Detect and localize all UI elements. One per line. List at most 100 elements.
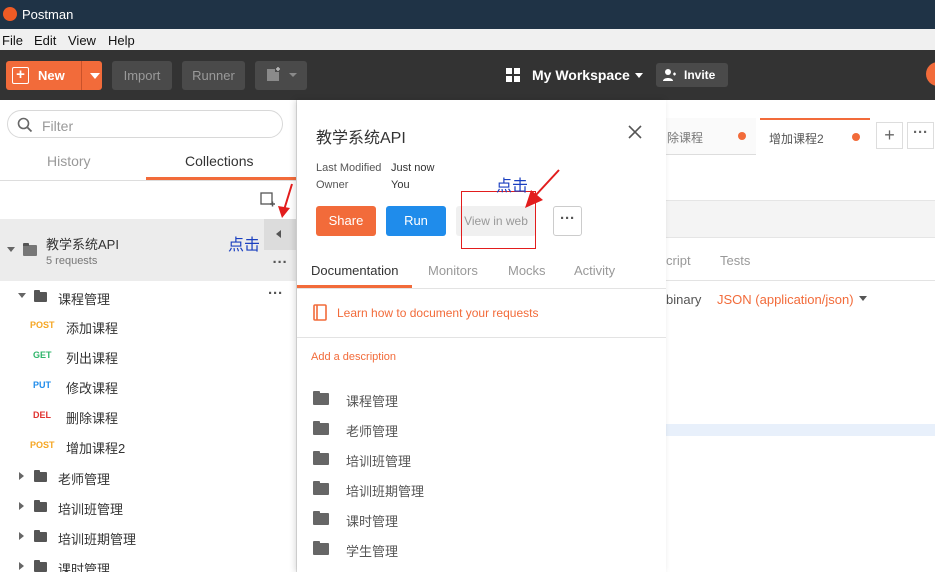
annotation-arrow-2 bbox=[525, 169, 560, 208]
tab-request-2[interactable]: 增加课程2 bbox=[760, 118, 870, 156]
menu-view[interactable]: View bbox=[68, 33, 96, 48]
panel-folder-item[interactable]: 老师管理 bbox=[313, 413, 613, 443]
grid-icon bbox=[506, 68, 520, 82]
new-button-label: New bbox=[38, 68, 65, 83]
panel-title: 教学系统API bbox=[316, 130, 406, 147]
last-modified-label: Last Modified bbox=[316, 162, 382, 174]
folder-icon bbox=[34, 500, 47, 512]
content-type-select[interactable]: JSON (application/json) bbox=[717, 292, 854, 307]
learn-docs-link[interactable]: Learn how to document your requests bbox=[337, 306, 538, 320]
panel-tabs: Documentation Monitors Mocks Activity bbox=[297, 258, 666, 289]
menu-bar: File Edit View Help bbox=[0, 29, 935, 51]
request-item[interactable]: POST 增加课程2 bbox=[0, 431, 296, 461]
toolbar: + New Import Runner My Workspace Invite bbox=[0, 50, 935, 100]
tab-pre-request-script[interactable]: cript bbox=[666, 253, 691, 268]
panel-folder-item[interactable]: 课程管理 bbox=[313, 383, 613, 413]
folder-name: 培训班期管理 bbox=[58, 532, 137, 547]
avatar[interactable] bbox=[926, 62, 935, 86]
workspace-label: My Workspace bbox=[532, 67, 630, 83]
new-button-divider bbox=[81, 61, 82, 90]
tab-documentation[interactable]: Documentation bbox=[311, 263, 398, 278]
collection-more-button[interactable]: ··· bbox=[264, 250, 296, 281]
folder-name: 课时管理 bbox=[58, 562, 111, 572]
filter-placeholder: Filter bbox=[42, 118, 74, 134]
request-name: 列出课程 bbox=[66, 351, 119, 366]
expand-icon[interactable] bbox=[19, 532, 24, 540]
menu-edit[interactable]: Edit bbox=[34, 33, 56, 48]
import-button[interactable]: Import bbox=[112, 61, 172, 90]
collapse-icon[interactable] bbox=[7, 247, 15, 252]
folder-more-button[interactable]: ··· bbox=[268, 285, 283, 302]
search-icon bbox=[17, 117, 33, 133]
panel-folder-item[interactable]: 培训班期管理 bbox=[313, 473, 613, 503]
panel-folder-item[interactable]: 课时管理 bbox=[313, 503, 613, 533]
request-item[interactable]: DEL 删除课程 bbox=[0, 401, 296, 431]
chevron-down-icon[interactable] bbox=[90, 73, 100, 79]
folder-item[interactable]: 课时管理 bbox=[0, 551, 296, 572]
window-title: Postman bbox=[22, 7, 74, 22]
folder-name: 老师管理 bbox=[58, 472, 111, 487]
annotation-click-1: 点击 bbox=[228, 237, 261, 254]
method-badge: POST bbox=[30, 320, 55, 330]
filter-input[interactable]: Filter bbox=[7, 110, 283, 138]
request-item[interactable]: GET 列出课程 bbox=[0, 341, 296, 371]
collection-name: 教学系统API bbox=[46, 237, 119, 252]
chevron-down-icon[interactable] bbox=[859, 296, 867, 301]
new-button[interactable]: + New bbox=[6, 61, 102, 90]
collapse-icon[interactable] bbox=[18, 293, 26, 298]
chevron-down-icon bbox=[635, 73, 643, 78]
method-badge: DEL bbox=[33, 410, 51, 420]
title-bar: Postman bbox=[0, 0, 935, 29]
body-type-binary[interactable]: binary bbox=[666, 292, 701, 307]
panel-folder-item[interactable]: 学生管理 bbox=[313, 533, 613, 563]
tab-activity[interactable]: Activity bbox=[574, 263, 615, 278]
folder-icon bbox=[34, 530, 47, 542]
method-badge: GET bbox=[33, 350, 52, 360]
folder-icon bbox=[34, 290, 47, 302]
menu-help[interactable]: Help bbox=[108, 33, 135, 48]
folder-item[interactable]: 培训班管理 bbox=[0, 491, 296, 521]
new-window-button[interactable] bbox=[255, 61, 307, 90]
url-bar-background bbox=[666, 200, 935, 238]
folder-item[interactable]: 培训班期管理 bbox=[0, 521, 296, 551]
close-icon[interactable] bbox=[627, 124, 643, 140]
tab-history[interactable]: History bbox=[47, 153, 91, 169]
collection-count: 5 requests bbox=[46, 255, 98, 267]
sidebar: Filter History Collections 教学系统API 5 req… bbox=[0, 100, 297, 572]
expand-icon[interactable] bbox=[19, 502, 24, 510]
tab-request-1[interactable]: 除课程 bbox=[666, 118, 756, 155]
folder-icon bbox=[313, 541, 329, 555]
annotation-arrow-1 bbox=[278, 183, 293, 218]
request-item[interactable]: POST 添加课程 bbox=[0, 311, 296, 341]
folder-name: 课程管理 bbox=[58, 292, 111, 307]
method-badge: PUT bbox=[33, 380, 51, 390]
menu-file[interactable]: File bbox=[2, 33, 23, 48]
invite-button[interactable]: Invite bbox=[656, 63, 728, 87]
folder-icon bbox=[313, 511, 329, 525]
folder-item[interactable]: 老师管理 bbox=[0, 461, 296, 491]
tab-collections[interactable]: Collections bbox=[185, 153, 253, 169]
divider bbox=[666, 280, 935, 281]
tab-monitors[interactable]: Monitors bbox=[428, 263, 478, 278]
new-tab-button[interactable]: + bbox=[876, 122, 903, 149]
folder-item[interactable]: 课程管理 ··· bbox=[0, 281, 296, 311]
tab-mocks[interactable]: Mocks bbox=[508, 263, 546, 278]
request-name: 添加课程 bbox=[66, 321, 119, 336]
tab-tests[interactable]: Tests bbox=[720, 253, 750, 268]
add-description-link[interactable]: Add a description bbox=[311, 351, 396, 363]
run-button[interactable]: Run bbox=[386, 206, 446, 236]
owner-label: Owner bbox=[316, 179, 349, 191]
unsaved-dot-icon bbox=[852, 133, 860, 141]
folder-icon bbox=[34, 470, 47, 482]
plus-icon: + bbox=[12, 67, 29, 84]
panel-folder-item[interactable]: 培训班管理 bbox=[313, 443, 613, 473]
request-item[interactable]: PUT 修改课程 bbox=[0, 371, 296, 401]
expand-icon[interactable] bbox=[19, 472, 24, 480]
expand-icon[interactable] bbox=[19, 562, 24, 570]
tab-options-button[interactable]: ··· bbox=[907, 122, 934, 149]
share-button[interactable]: Share bbox=[316, 206, 376, 236]
request-name: 删除课程 bbox=[66, 411, 119, 426]
divider bbox=[297, 337, 666, 338]
collection-details-panel: 教学系统API Last Modified Just now Owner You… bbox=[297, 100, 666, 572]
runner-button[interactable]: Runner bbox=[182, 61, 245, 90]
